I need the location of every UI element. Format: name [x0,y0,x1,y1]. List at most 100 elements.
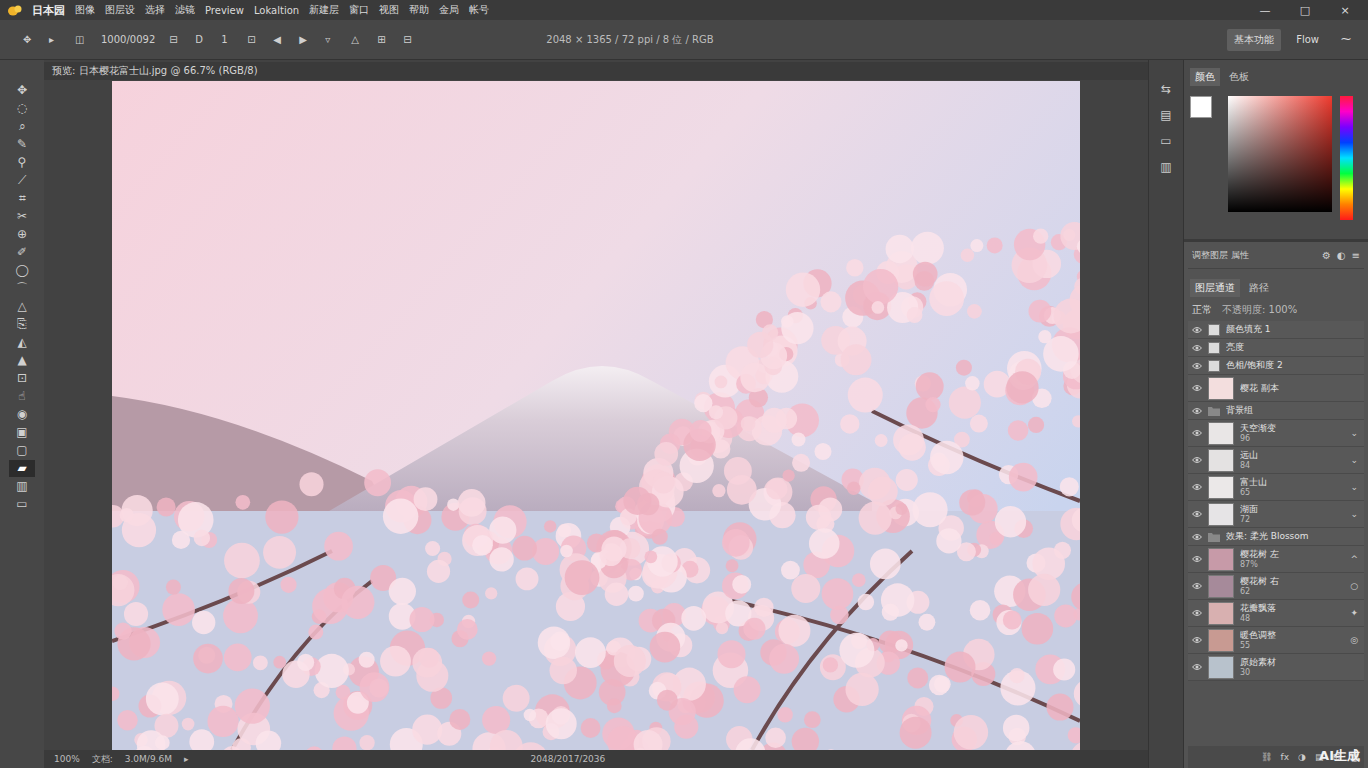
tool-button[interactable]: ▥ [9,478,35,495]
layer-row[interactable]: 樱花树 左87%^ [1188,546,1364,573]
layer-row[interactable]: 樱花树 右62○ [1188,573,1364,600]
eye-icon[interactable] [1192,456,1202,464]
workspace-button[interactable]: 基本功能 [1227,29,1281,51]
option-item[interactable]: ▸ [46,32,64,47]
layer-row[interactable]: 颜色填充 1 [1188,321,1364,339]
foreground-swatch[interactable] [1190,96,1212,118]
option-item[interactable]: ⊞ [374,32,392,47]
menu-item[interactable]: 窗口 [349,3,369,17]
eye-icon[interactable] [1192,326,1202,334]
layer-toggle[interactable]: ○ [1350,581,1358,591]
eye-icon[interactable] [1192,663,1202,671]
layer-toggle[interactable]: ⌄ [1350,428,1358,438]
option-item[interactable]: 1 [218,32,236,47]
eye-icon[interactable] [1192,362,1202,370]
eye-icon[interactable] [1192,407,1202,415]
option-item[interactable]: D [192,32,210,47]
tool-button[interactable]: ✥ [9,82,35,99]
menu-item[interactable]: 新建层 [309,3,339,17]
tool-button[interactable]: ◉ [9,406,35,423]
tool-button[interactable]: ◯ [9,262,35,279]
option-item[interactable]: ▶ [296,32,314,47]
tool-button[interactable]: ▭ [9,496,35,513]
option-item[interactable]: ◫ [72,32,90,47]
layer-row[interactable]: 富士山65⌄ [1188,474,1364,501]
layer-row[interactable]: 色相/饱和度 2 [1188,357,1364,375]
workspace-button[interactable]: Flow [1289,30,1326,49]
layer-row[interactable]: 效果: 柔光 Blossom [1188,528,1364,546]
tool-button[interactable]: ▣ [9,424,35,441]
layer-toggle[interactable]: ⌄ [1350,482,1358,492]
layer-action-button[interactable]: ⛓ [1261,752,1272,762]
panel-toggle[interactable]: ▤ [1160,108,1171,122]
eye-icon[interactable] [1192,384,1202,392]
opacity-field[interactable]: 不透明度: 100% [1222,303,1297,317]
menu-item[interactable]: 图层设 [105,3,135,17]
layer-toggle[interactable]: ⌄ [1350,509,1358,519]
menu-item[interactable]: 金局 [439,3,459,17]
panel-toggle[interactable]: ▭ [1160,134,1171,148]
document-tab[interactable]: 预览: 日本樱花富士山.jpg @ 66.7% (RGB/8) [44,62,1148,80]
eye-icon[interactable] [1192,555,1202,563]
layer-action-button[interactable]: ◑ [1298,752,1306,762]
tool-button[interactable]: ◌ [9,100,35,117]
tool-button[interactable]: ☝ [9,388,35,405]
tool-button[interactable]: ◭ [9,334,35,351]
option-item[interactable]: ⊟ [166,32,184,47]
option-item[interactable]: ⊡ [244,32,262,47]
layer-toggle[interactable]: ^ [1350,554,1358,564]
menu-item[interactable]: Lokaltion [254,5,299,16]
tool-button[interactable]: ⌕ [9,118,35,135]
eye-icon[interactable] [1192,636,1202,644]
layer-row[interactable]: 樱花 副本 [1188,375,1364,402]
photo[interactable] [112,81,1080,750]
panel-button[interactable]: ◐ [1337,250,1346,261]
window-control[interactable]: × [1330,4,1360,17]
tool-button[interactable]: ✎ [9,136,35,153]
layer-row[interactable]: 天空渐变96⌄ [1188,420,1364,447]
window-control[interactable]: — [1250,4,1280,17]
eye-icon[interactable] [1192,483,1202,491]
workspace-button[interactable]: ⁓ [1334,30,1358,49]
layer-action-button[interactable]: fx [1281,752,1290,762]
option-item[interactable]: 1000/0092 [98,32,158,47]
tool-button[interactable]: ⎘ [9,316,35,333]
tool-button[interactable]: ✐ [9,244,35,261]
layer-row[interactable]: 远山84⌄ [1188,447,1364,474]
option-item[interactable]: ⊟ [400,32,418,47]
eye-icon[interactable] [1192,429,1202,437]
layer-toggle[interactable]: ✦ [1350,608,1358,618]
menu-item[interactable]: 视图 [379,3,399,17]
option-item[interactable]: ◀ [270,32,288,47]
tool-button[interactable]: ✂ [9,208,35,225]
layer-row[interactable]: 花瓣飘落48✦ [1188,600,1364,627]
layer-row[interactable]: 原始素材30 [1188,654,1364,681]
hue-slider[interactable] [1340,96,1353,220]
tool-button[interactable]: ▰ [9,460,35,477]
panel-toggle[interactable]: ⇆ [1161,82,1171,96]
layer-row[interactable]: 湖面72⌄ [1188,501,1364,528]
panel-tab[interactable]: 色板 [1224,68,1254,86]
window-control[interactable]: □ [1290,4,1320,17]
eye-icon[interactable] [1192,533,1202,541]
eye-icon[interactable] [1192,510,1202,518]
menu-item[interactable]: 滤镜 [175,3,195,17]
tool-button[interactable]: ⚲ [9,154,35,171]
eye-icon[interactable] [1192,582,1202,590]
panel-tab[interactable]: 图层通道 [1190,279,1240,297]
option-item[interactable]: ▿ [322,32,340,47]
eye-icon[interactable] [1192,609,1202,617]
blend-mode[interactable]: 正常 [1192,303,1212,317]
option-item[interactable]: △ [348,32,366,47]
layer-row[interactable]: 亮度 [1188,339,1364,357]
eye-icon[interactable] [1192,344,1202,352]
layer-row[interactable]: 背景组 [1188,402,1364,420]
menu-item[interactable]: 帮助 [409,3,429,17]
layer-row[interactable]: 暖色调整55◎ [1188,627,1364,654]
tool-button[interactable]: ⊕ [9,226,35,243]
layer-toggle[interactable]: ⌄ [1350,455,1358,465]
panel-tab[interactable]: 颜色 [1190,68,1220,86]
panel-tab[interactable]: 路径 [1244,279,1274,297]
tool-button[interactable]: ⌒ [9,280,35,297]
panel-button[interactable]: ⚙ [1322,250,1331,261]
